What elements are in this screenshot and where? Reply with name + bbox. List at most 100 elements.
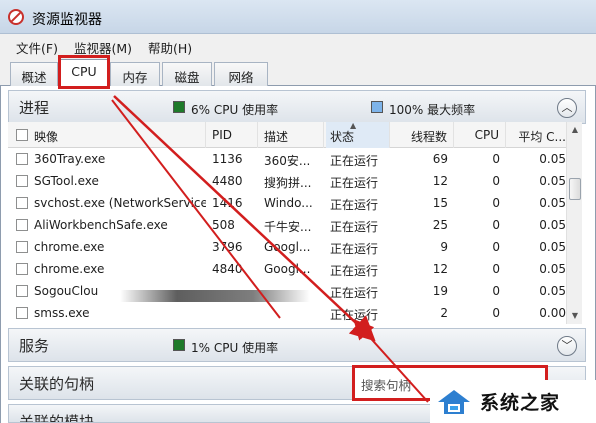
col-image[interactable]: 映像 [34,122,206,148]
processes-max-frequency: 100% 最大频率 [389,103,476,117]
row-description: 360安... [264,154,311,168]
row-description: Googl... [264,262,311,276]
sort-ascending-icon: ▲ [350,121,357,130]
row-status: 正在运行 [330,176,379,190]
col-status[interactable]: ▲ 状态 [326,121,390,148]
scroll-thumb[interactable] [569,178,581,200]
redaction-smudge [120,290,310,302]
col-description[interactable]: 描述 [260,122,324,148]
row-image: SGTool.exe [34,174,99,188]
modules-title: 关联的模块 [19,413,95,423]
title-bar: 资源监视器 [0,0,596,34]
row-avg-cpu: 0.05 [539,240,566,254]
processes-scrollbar[interactable]: ▲ ▼ [566,122,582,324]
max-frequency-swatch [371,101,383,113]
row-cpu: 0 [492,152,500,166]
row-status: 正在运行 [330,242,379,256]
row-cpu: 0 [492,262,500,276]
row-description: 搜狗拼... [264,176,312,190]
watermark: 系统之家 [430,380,596,423]
services-cpu-swatch [173,339,185,351]
row-checkbox[interactable] [16,197,28,209]
watermark-logo-icon [438,390,470,414]
row-description: Googl... [264,240,311,254]
collapse-processes-button[interactable]: ︿ [557,98,577,118]
row-pid: 4840 [212,262,243,276]
table-row[interactable]: AliWorkbenchSafe.exe 508 千牛安... 正在运行 25 … [8,214,570,236]
row-cpu: 0 [492,306,500,320]
row-status: 正在运行 [330,308,379,322]
services-title: 服务 [19,337,50,355]
menu-file[interactable]: 文件(F) [16,38,58,57]
row-pid: 508 [212,218,235,232]
table-header: 映像 PID 描述 ▲ 状态 线程数 CPU 平均 C... [8,121,570,148]
processes-header[interactable]: 进程 6% CPU 使用率 100% 最大频率 ︿ [8,90,586,124]
scroll-up-icon[interactable]: ▲ [567,122,583,138]
menu-help[interactable]: 帮助(H) [148,38,192,57]
table-row[interactable]: 360Tray.exe 1136 360安... 正在运行 69 0 0.05 [8,148,570,170]
row-threads: 12 [432,174,448,188]
row-cpu: 0 [492,218,500,232]
table-row[interactable]: SGTool.exe 4480 搜狗拼... 正在运行 12 0 0.05 [8,170,570,192]
row-checkbox[interactable] [16,153,28,165]
row-avg-cpu: 0.05 [539,284,566,298]
row-avg-cpu: 0.05 [539,152,566,166]
row-status: 正在运行 [330,220,379,234]
row-pid: 3796 [212,240,243,254]
col-pid[interactable]: PID [208,122,258,148]
row-avg-cpu: 0.05 [539,196,566,210]
row-avg-cpu: 0.05 [539,174,566,188]
services-cpu-usage: 1% CPU 使用率 [191,341,279,355]
row-image: AliWorkbenchSafe.exe [34,218,168,232]
row-threads: 25 [432,218,448,232]
expand-services-button[interactable]: ﹀ [557,336,577,356]
row-description: Windo... [264,196,313,210]
row-cpu: 0 [492,174,500,188]
scroll-down-icon[interactable]: ▼ [567,308,583,324]
tab-overview[interactable]: 概述 [10,62,58,86]
row-avg-cpu: 0.05 [539,218,566,232]
row-image: chrome.exe [34,240,105,254]
row-cpu: 0 [492,240,500,254]
table-row[interactable]: smss.exe 正在运行 2 0 0.00 [8,302,570,324]
processes-cpu-usage: 6% CPU 使用率 [191,103,279,117]
col-threads[interactable]: 线程数 [392,122,454,148]
row-status: 正在运行 [330,286,379,300]
row-checkbox[interactable] [16,307,28,319]
row-checkbox[interactable] [16,219,28,231]
row-avg-cpu: 0.00 [539,306,566,320]
row-threads: 12 [432,262,448,276]
cpu-tab-highlight [58,55,110,89]
row-checkbox[interactable] [16,263,28,275]
tab-memory[interactable]: 内存 [110,62,160,86]
col-cpu[interactable]: CPU [456,122,506,148]
row-checkbox[interactable] [16,241,28,253]
resource-monitor-icon [8,9,24,25]
row-avg-cpu: 0.05 [539,262,566,276]
row-pid: 4480 [212,174,243,188]
row-image: smss.exe [34,306,90,320]
row-checkbox[interactable] [16,175,28,187]
tab-network[interactable]: 网络 [214,62,268,86]
row-pid: 1136 [212,152,243,166]
col-status-label: 状态 [330,130,355,144]
row-cpu: 0 [492,196,500,210]
row-description: 千牛安... [264,220,312,234]
col-avg-cpu[interactable]: 平均 C... [508,122,570,148]
window-title: 资源监视器 [32,12,102,28]
row-image: 360Tray.exe [34,152,106,166]
table-row[interactable]: chrome.exe 3796 Googl... 正在运行 9 0 0.05 [8,236,570,258]
services-header[interactable]: 服务 1% CPU 使用率 ﹀ [8,328,586,362]
watermark-text: 系统之家 [480,392,561,414]
row-threads: 2 [440,306,448,320]
row-checkbox[interactable] [16,285,28,297]
table-row[interactable]: chrome.exe 4840 Googl... 正在运行 12 0 0.05 [8,258,570,280]
table-row[interactable]: svchost.exe (NetworkService) 1416 Windo.… [8,192,570,214]
tab-disk[interactable]: 磁盘 [162,62,212,86]
row-threads: 15 [432,196,448,210]
row-status: 正在运行 [330,264,379,278]
row-threads: 69 [432,152,448,166]
row-threads: 19 [432,284,448,298]
row-image: chrome.exe [34,262,105,276]
select-all-checkbox[interactable] [16,129,28,141]
